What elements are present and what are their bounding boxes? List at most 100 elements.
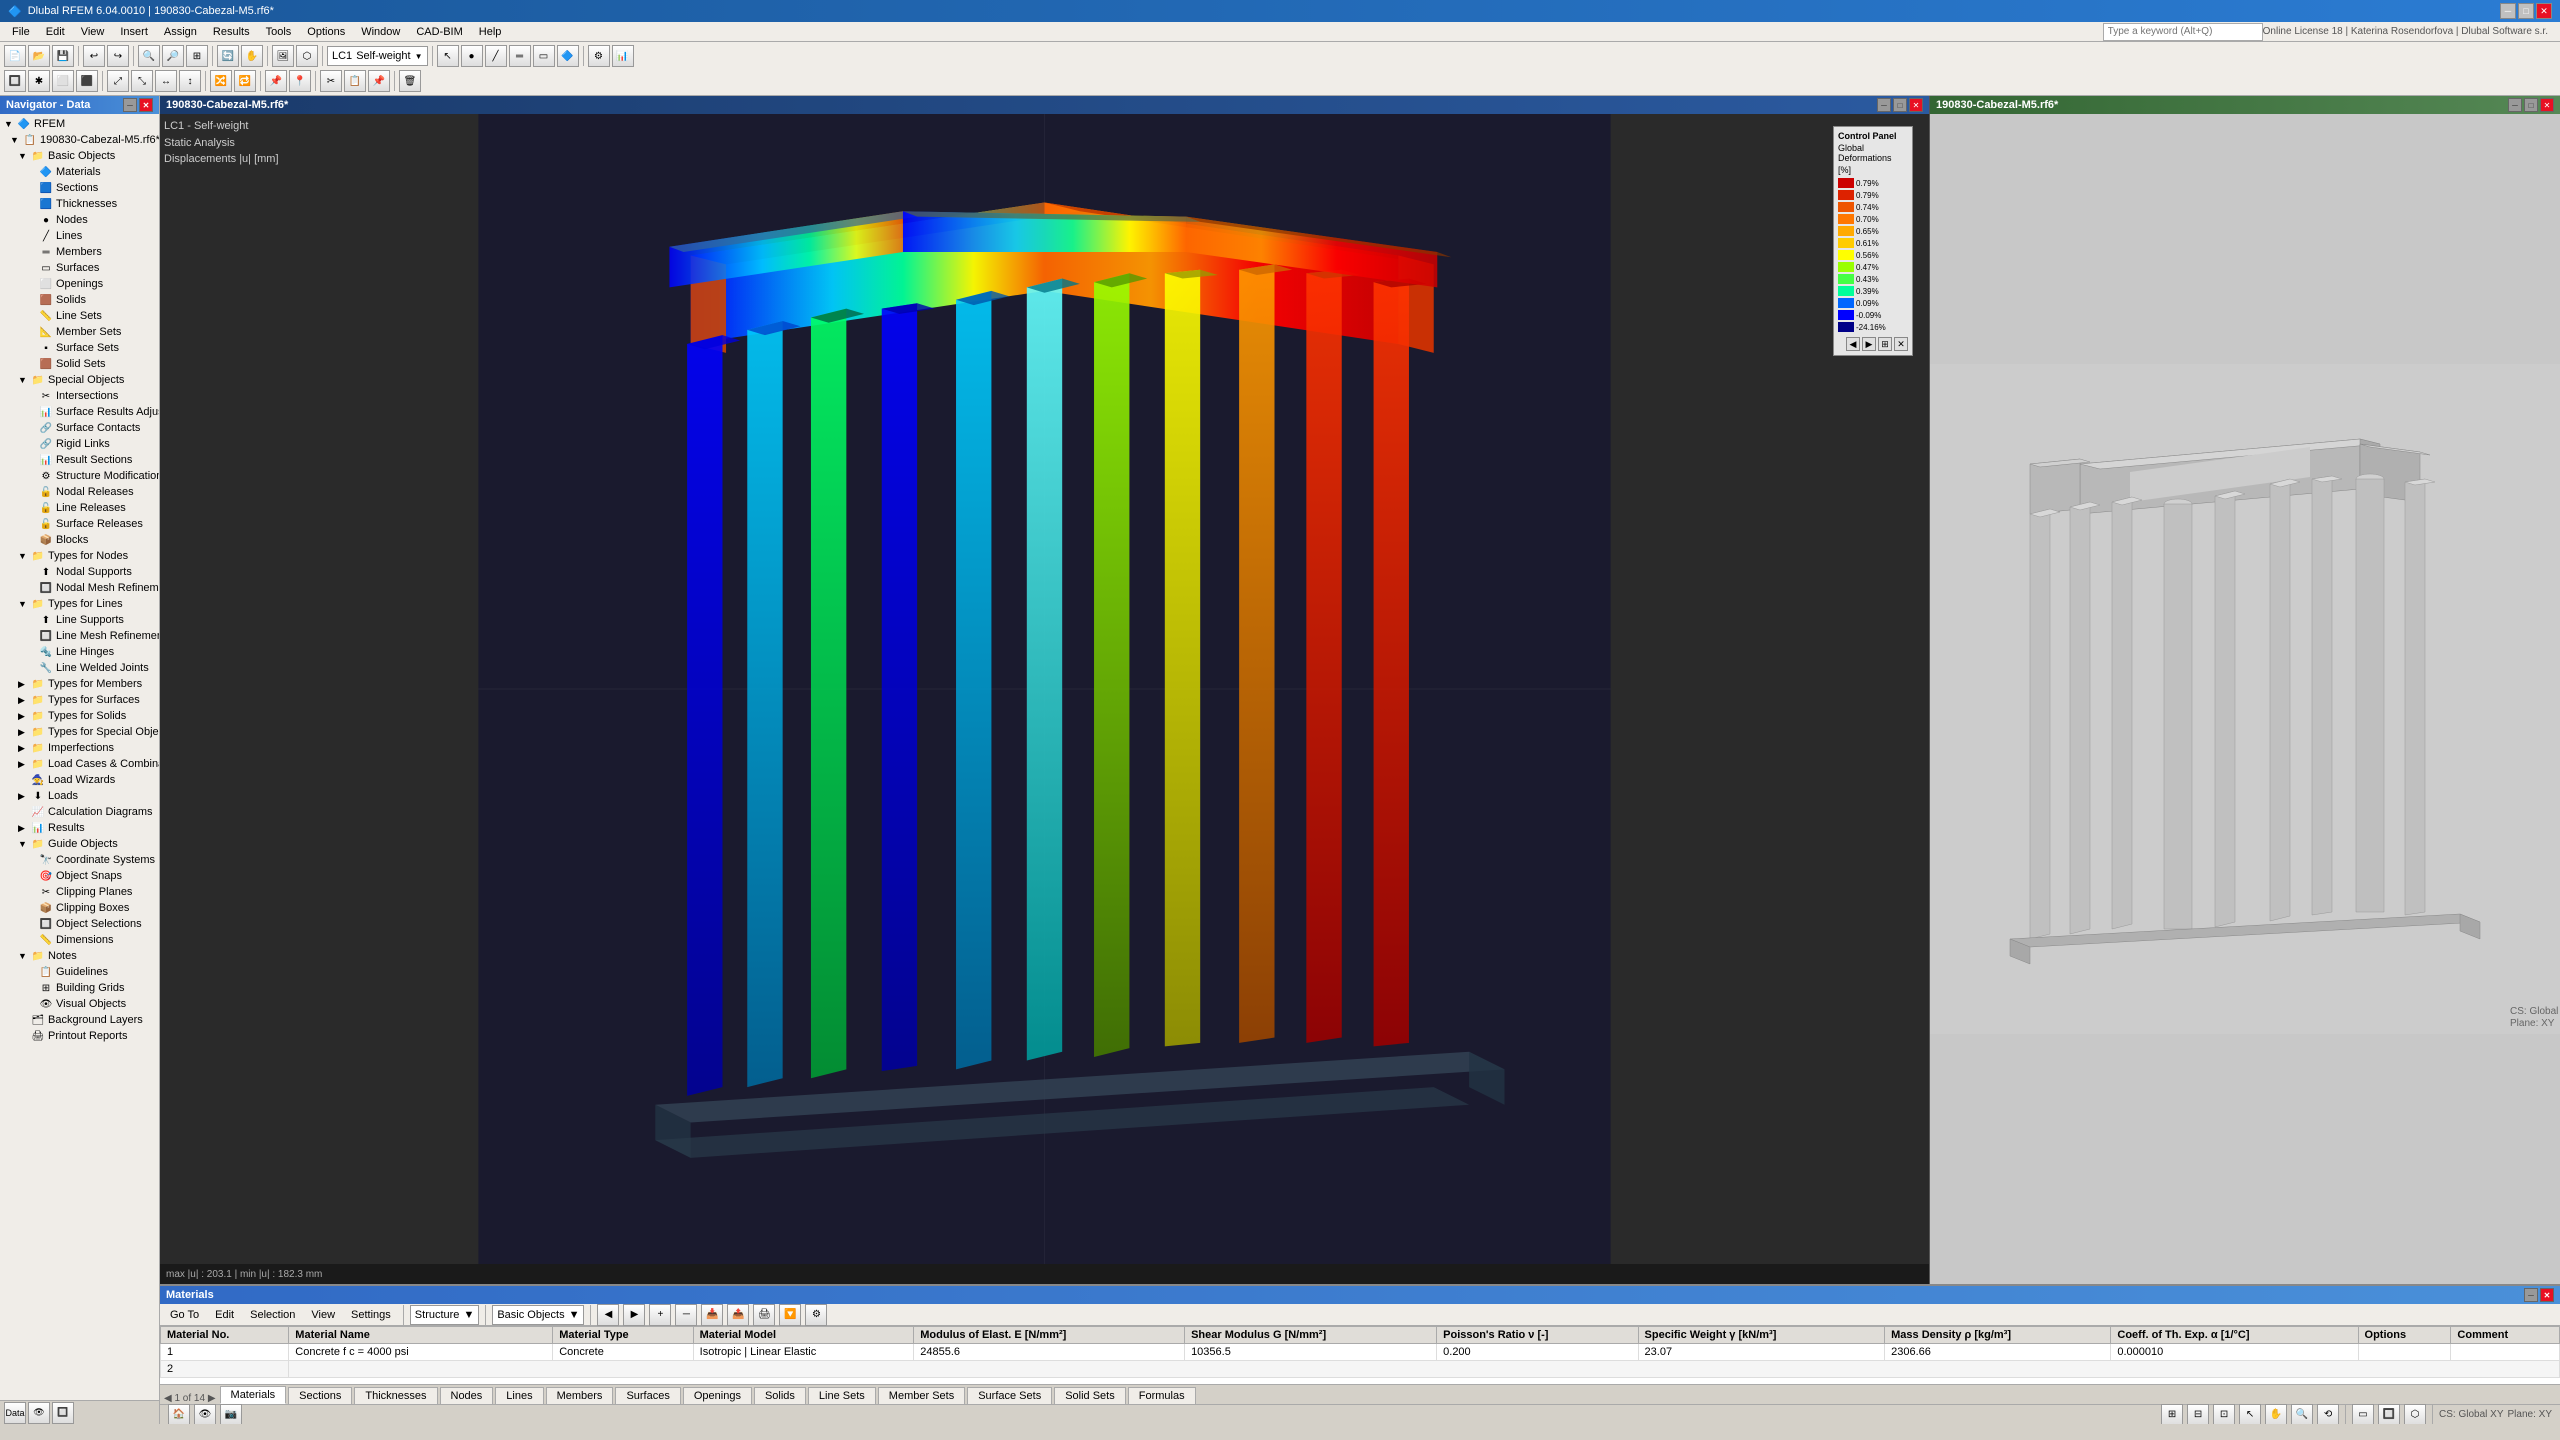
nav-object-selections[interactable]: 🔲 Object Selections	[2, 916, 157, 932]
menu-view[interactable]: View	[73, 24, 113, 40]
tab-sections[interactable]: Sections	[288, 1387, 352, 1404]
nav-lines[interactable]: ╱ Lines	[2, 228, 157, 244]
imp-expand[interactable]: ▶	[18, 743, 28, 754]
nav-background-layers[interactable]: 🗂 Background Layers	[2, 1012, 157, 1028]
zoom-all-button[interactable]: ⊞	[186, 45, 208, 67]
menu-assign[interactable]: Assign	[156, 24, 205, 40]
tab-solids[interactable]: Solids	[754, 1387, 806, 1404]
tb2-btn4[interactable]: ⬛	[76, 70, 98, 92]
status-r2[interactable]: ⊟	[2187, 1404, 2209, 1425]
table-row[interactable]: 1 Concrete Isotropic | Linear Elastic 24…	[161, 1344, 2560, 1361]
nav-line-supports[interactable]: ⬆ Line Supports	[2, 612, 157, 628]
color-panel-prev[interactable]: ◀	[1846, 337, 1860, 351]
rotate-button[interactable]: 🔄	[217, 45, 239, 67]
tso-expand[interactable]: ▶	[18, 711, 28, 722]
tn-expand[interactable]: ▼	[18, 551, 28, 561]
tb2-delete-button[interactable]: 🗑	[399, 70, 421, 92]
minimize-button[interactable]: ─	[2500, 3, 2516, 19]
tb2-btn12[interactable]: 📍	[289, 70, 311, 92]
nav-calc-diagrams[interactable]: 📈 Calculation Diagrams	[2, 804, 157, 820]
go-expand[interactable]: ▼	[18, 839, 28, 849]
ld-expand[interactable]: ▶	[18, 791, 28, 802]
nav-line-mesh-ref[interactable]: 🔲 Line Mesh Refinements	[2, 628, 157, 644]
nav-surface-releases[interactable]: 🔓 Surface Releases	[2, 516, 157, 532]
bp-delete-row[interactable]: ─	[675, 1304, 697, 1326]
status-r6[interactable]: 🔍	[2291, 1404, 2313, 1425]
bp-settings[interactable]: Settings	[345, 1307, 397, 1323]
nav-types-solids[interactable]: ▶ 📁 Types for Solids	[2, 708, 157, 724]
tab-lines[interactable]: Lines	[495, 1387, 543, 1404]
close-button[interactable]: ✕	[2536, 3, 2552, 19]
cell-mat-name[interactable]	[289, 1344, 553, 1361]
nav-types-members[interactable]: ▶ 📁 Types for Members	[2, 676, 157, 692]
vp-left-max[interactable]: □	[1893, 98, 1907, 112]
nav-close-btn[interactable]: ✕	[139, 98, 153, 112]
tb2-btn7[interactable]: ↔	[155, 70, 177, 92]
status-r5[interactable]: ✋	[2265, 1404, 2287, 1425]
nav-clipping-planes[interactable]: ✂ Clipping Planes	[2, 884, 157, 900]
bp-selection[interactable]: Selection	[244, 1307, 301, 1323]
nav-line-hinges[interactable]: 🔩 Line Hinges	[2, 644, 157, 660]
tab-materials[interactable]: Materials	[220, 1386, 287, 1404]
tb2-btn11[interactable]: 📌	[265, 70, 287, 92]
mat-name-input[interactable]	[295, 1346, 546, 1358]
bp-export[interactable]: 📤	[727, 1304, 749, 1326]
results-button[interactable]: 📊	[612, 45, 634, 67]
maximize-button[interactable]: □	[2518, 3, 2534, 19]
color-scale-panel[interactable]: Control Panel Global Deformations [%] 0.…	[1833, 126, 1913, 356]
status-r1[interactable]: ⊞	[2161, 1404, 2183, 1425]
nav-surfaces[interactable]: ▭ Surfaces	[2, 260, 157, 276]
nav-member-sets[interactable]: 📐 Member Sets	[2, 324, 157, 340]
nav-display-btn[interactable]: 👁	[28, 1402, 50, 1424]
calc-button[interactable]: ⚙	[588, 45, 610, 67]
nav-results[interactable]: ▶ 📊 Results	[2, 820, 157, 836]
basic-objects-expand[interactable]: ▼	[18, 151, 28, 161]
solid-button[interactable]: 🔷	[557, 45, 579, 67]
nav-coord-sys[interactable]: 🔭 Coordinate Systems	[2, 852, 157, 868]
menu-cadbim[interactable]: CAD-BIM	[408, 24, 470, 40]
bottom-panel-min[interactable]: ─	[2524, 1288, 2538, 1302]
viewport-left[interactable]: 190830-Cabezal-M5.rf6* ─ □ ✕ LC1 - Self-…	[160, 96, 1930, 1284]
lc-expand[interactable]: ▶	[18, 759, 28, 770]
tb2-paste-button[interactable]: 📌	[368, 70, 390, 92]
tb2-btn8[interactable]: ↕	[179, 70, 201, 92]
rfem-expand-icon[interactable]: ▼	[4, 119, 14, 129]
nav-nodal-supports[interactable]: ⬆ Nodal Supports	[2, 564, 157, 580]
redo-button[interactable]: ↪	[107, 45, 129, 67]
status-cam-btn[interactable]: 📷	[220, 1404, 242, 1425]
nav-blocks[interactable]: 📦 Blocks	[2, 532, 157, 548]
tab-line-sets[interactable]: Line Sets	[808, 1387, 876, 1404]
bp-nav-prev[interactable]: ◀	[597, 1304, 619, 1326]
bp-dropdown2[interactable]: Basic Objects ▼	[492, 1305, 584, 1325]
save-button[interactable]: 💾	[52, 45, 74, 67]
tab-openings[interactable]: Openings	[683, 1387, 752, 1404]
nav-types-nodes[interactable]: ▼ 📁 Types for Nodes	[2, 548, 157, 564]
node-button[interactable]: ●	[461, 45, 483, 67]
nav-surface-sets[interactable]: ▪ Surface Sets	[2, 340, 157, 356]
menu-file[interactable]: File	[4, 24, 38, 40]
nav-loads[interactable]: ▶ ⬇ Loads	[2, 788, 157, 804]
tab-solid-sets[interactable]: Solid Sets	[1054, 1387, 1126, 1404]
nav-result-sections[interactable]: 📊 Result Sections	[2, 452, 157, 468]
bp-import[interactable]: 📥	[701, 1304, 723, 1326]
tsp-expand[interactable]: ▶	[18, 727, 28, 738]
bp-view[interactable]: View	[305, 1307, 341, 1323]
color-panel-next[interactable]: ▶	[1862, 337, 1876, 351]
nav-imperfections[interactable]: ▶ 📁 Imperfections	[2, 740, 157, 756]
file-expand-icon[interactable]: ▼	[10, 135, 20, 145]
undo-button[interactable]: ↩	[83, 45, 105, 67]
nav-materials[interactable]: 🔷 Materials	[2, 164, 157, 180]
ts-expand[interactable]: ▶	[18, 695, 28, 706]
nav-clipping-boxes[interactable]: 📦 Clipping Boxes	[2, 900, 157, 916]
tb2-btn9[interactable]: 🔀	[210, 70, 232, 92]
res-expand[interactable]: ▶	[18, 823, 28, 834]
viewport-left-content[interactable]: LC1 - Self-weight Static Analysis Displa…	[160, 114, 1929, 1264]
nav-structure-mods[interactable]: ⚙ Structure Modifications	[2, 468, 157, 484]
load-case-dropdown[interactable]: LC1 Self-weight ▼	[327, 46, 428, 66]
vp-right-min[interactable]: ─	[2508, 98, 2522, 112]
tb2-btn10[interactable]: 🔁	[234, 70, 256, 92]
member-button[interactable]: ═	[509, 45, 531, 67]
status-r9[interactable]: 🔲	[2378, 1404, 2400, 1425]
nav-types-surfaces[interactable]: ▶ 📁 Types for Surfaces	[2, 692, 157, 708]
nav-line-sets[interactable]: 📏 Line Sets	[2, 308, 157, 324]
